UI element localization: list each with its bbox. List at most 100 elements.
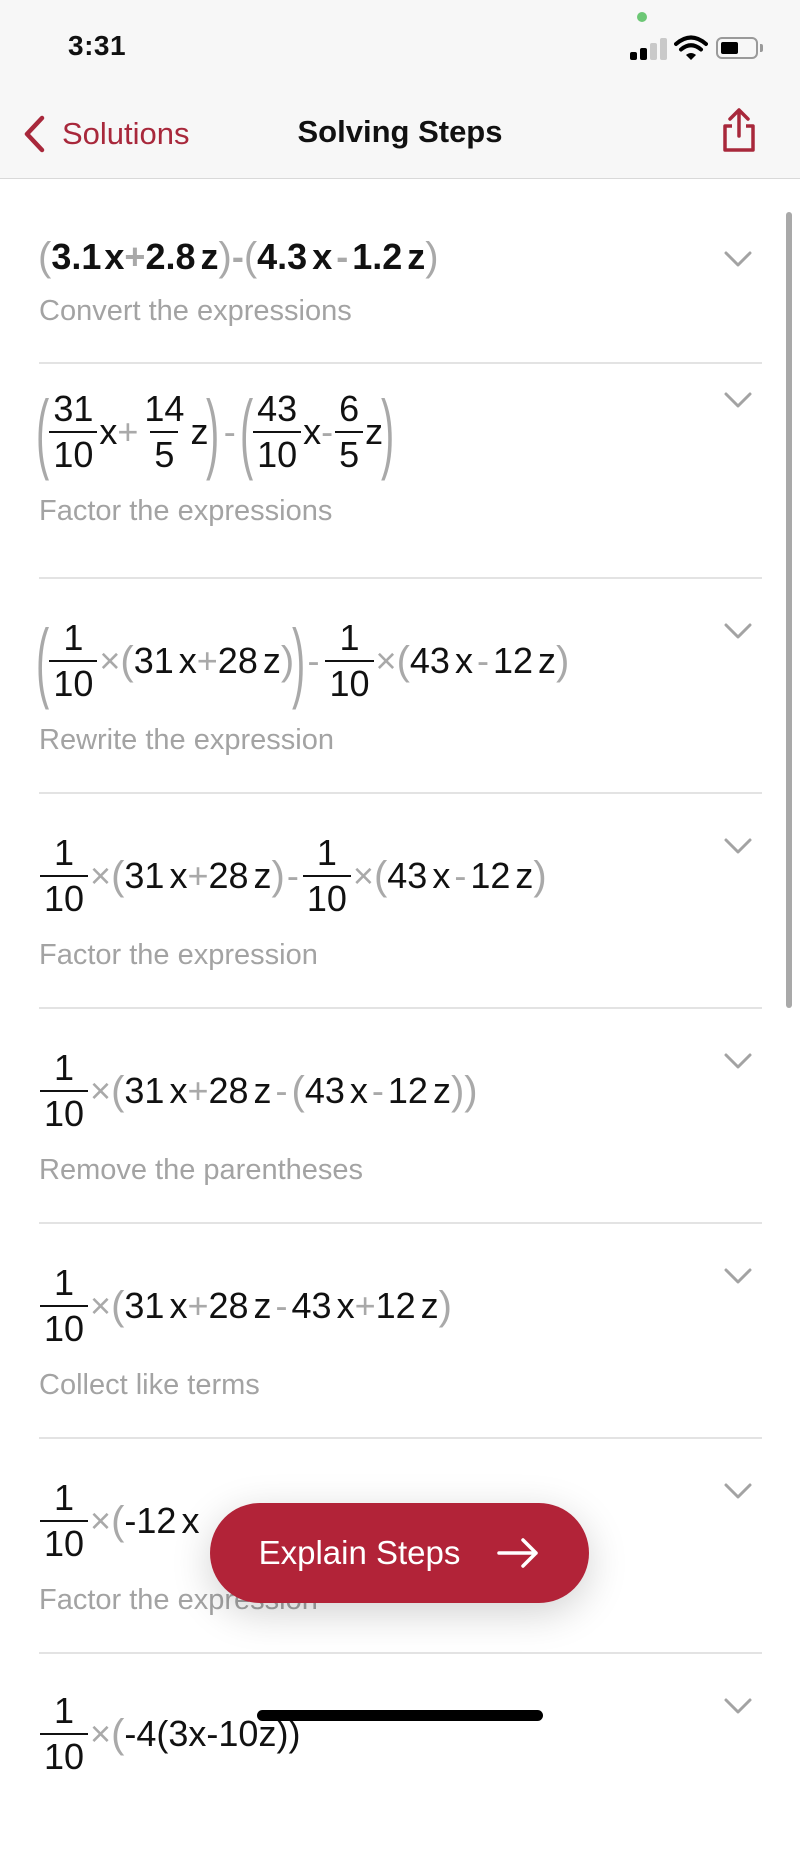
fraction: 1 10: [302, 835, 351, 917]
step-row[interactable]: ( 3.1 x + 2.8 z ) - ( 4.3 x - 1.2 z ) Co…: [0, 179, 800, 394]
expr-token: 2.8: [145, 236, 196, 277]
expr-token: 43: [304, 1070, 345, 1111]
expr-token: x: [178, 640, 197, 681]
chevron-down-icon[interactable]: [723, 1696, 753, 1716]
expr-token: 28: [208, 855, 249, 896]
share-icon[interactable]: [720, 106, 758, 154]
status-bar: 3:31: [0, 0, 800, 90]
expr-token: 12: [470, 855, 511, 896]
expr-token: x: [169, 1070, 188, 1111]
step-row[interactable]: 1 10 × ( -4(3x-10z)): [0, 1654, 800, 1869]
home-indicator[interactable]: [257, 1710, 543, 1721]
camera-indicator-dot: [637, 12, 647, 22]
scrollbar[interactable]: [786, 212, 792, 1008]
expr-token: z: [262, 640, 281, 681]
step-expression: ( 3.1 x + 2.8 z ) - ( 4.3 x - 1.2 z ): [38, 234, 439, 279]
expr-operator: +: [354, 1285, 376, 1326]
expr-token: 28: [208, 1285, 249, 1326]
times-operator: ×: [90, 1070, 112, 1111]
expr-token: x: [312, 236, 333, 277]
expr-token: x: [336, 1285, 355, 1326]
step-expression: 1 10 × ( 31 x + 28 z - ( 43 x - 12 z )): [38, 1041, 478, 1141]
expr-operator: +: [196, 640, 218, 681]
expr-token: x: [349, 1070, 368, 1111]
step-expression: 1 10 × ( -4(3x-10z)): [38, 1684, 300, 1784]
expr-token: 3.1: [51, 236, 102, 277]
fraction: 1 10: [40, 1480, 89, 1562]
fraction: 14 5: [144, 388, 185, 475]
chevron-down-icon[interactable]: [723, 621, 753, 641]
expr-operator: -: [476, 640, 489, 681]
expr-token: 43: [409, 640, 450, 681]
expr-token: z: [407, 236, 426, 277]
chevron-down-icon[interactable]: [723, 1051, 753, 1071]
step-row[interactable]: ( 1 10 × ( 31 x + 28 z ) ) - 1 10 × ( 43 x…: [0, 579, 800, 794]
expr-token: 12: [387, 1070, 428, 1111]
expr-token: 1.2: [352, 236, 403, 277]
status-time: 3:31: [68, 30, 127, 61]
page-title: Solving Steps: [297, 114, 503, 149]
expr-operator: +: [187, 1285, 209, 1326]
step-row[interactable]: 1 10 × ( 31 x + 28 z - ( 43 x - 12 z )) R…: [0, 1009, 800, 1224]
step-caption: Rewrite the expression: [39, 724, 334, 756]
step-expression: 1 10 × ( 31 x + 28 z - 43 x + 12 z ): [38, 1256, 452, 1356]
fraction: 1 10: [49, 620, 98, 702]
expr-token: 4.3: [257, 236, 308, 277]
expr-token: z: [253, 1070, 272, 1111]
explain-steps-button[interactable]: Explain Steps: [210, 1503, 589, 1603]
expr-token: z: [253, 1285, 272, 1326]
expr-token: z: [420, 1285, 439, 1326]
times-operator: ×: [90, 855, 112, 896]
expr-operator: -: [321, 411, 334, 452]
expr-token: z: [200, 236, 219, 277]
times-operator: ×: [90, 1713, 112, 1754]
expr-token: x: [169, 1285, 188, 1326]
expr-token: x: [303, 411, 322, 452]
step-expression: 1 10 × ( 31 x + 28 z ) - 1 10 × ( 43 x - 1…: [38, 826, 547, 926]
expr-token: 28: [208, 1070, 249, 1111]
expr-token: 12: [375, 1285, 416, 1326]
times-operator: ×: [352, 855, 374, 896]
expr-token: 31: [124, 1285, 165, 1326]
expr-token: x: [181, 1500, 200, 1541]
expr-token: z: [537, 640, 556, 681]
expr-token: 43: [291, 1285, 332, 1326]
battery-tip: [760, 44, 763, 52]
battery-fill: [721, 42, 738, 54]
step-row[interactable]: 1 10 × ( 31 x + 28 z ) - 1 10 × ( 43 x - 1…: [0, 794, 800, 1009]
expr-token: x: [432, 855, 451, 896]
expr-token: 12: [492, 640, 533, 681]
chevron-down-icon[interactable]: [723, 1481, 753, 1501]
step-caption: Factor the expression: [39, 939, 318, 971]
fraction: 1 10: [40, 1265, 89, 1347]
step-caption: Convert the expressions: [39, 295, 352, 327]
expr-operator: +: [124, 236, 146, 277]
chevron-down-icon[interactable]: [723, 390, 753, 410]
expr-token: x: [169, 855, 188, 896]
chevron-down-icon[interactable]: [723, 1266, 753, 1286]
expr-operator: -: [371, 1070, 384, 1111]
chevron-down-icon[interactable]: [723, 249, 753, 269]
expr-token: z: [432, 1070, 451, 1111]
expr-token: 31: [133, 640, 174, 681]
expr-token: 31: [124, 1070, 165, 1111]
navigation-bar: Solutions Solving Steps: [0, 90, 800, 179]
wifi-icon: [674, 35, 708, 60]
step-row[interactable]: ( 31 10 x + 14 5 z ) - ( 43 10 x - 65 z ) F…: [0, 364, 800, 579]
chevron-down-icon[interactable]: [723, 836, 753, 856]
step-caption: Collect like terms: [39, 1369, 260, 1401]
expr-operator: +: [187, 1070, 209, 1111]
expr-operator: -: [275, 1285, 288, 1326]
step-row[interactable]: 1 10 × ( 31 x + 28 z - 43 x + 12 z ) Coll…: [0, 1224, 800, 1439]
step-expression: ( 1 10 × ( 31 x + 28 z ) ) - 1 10 × ( 43 x…: [36, 611, 570, 710]
arrow-right-icon: [497, 1538, 539, 1568]
battery-icon: [716, 37, 758, 59]
expr-token: z: [515, 855, 534, 896]
step-caption: Remove the parentheses: [39, 1154, 364, 1186]
expr-operator: +: [117, 411, 139, 452]
fraction: 1 10: [40, 1693, 89, 1775]
times-operator: ×: [90, 1500, 112, 1541]
expr-token: -12: [124, 1500, 177, 1541]
expr-token: 28: [217, 640, 258, 681]
expr-token: x: [104, 236, 125, 277]
